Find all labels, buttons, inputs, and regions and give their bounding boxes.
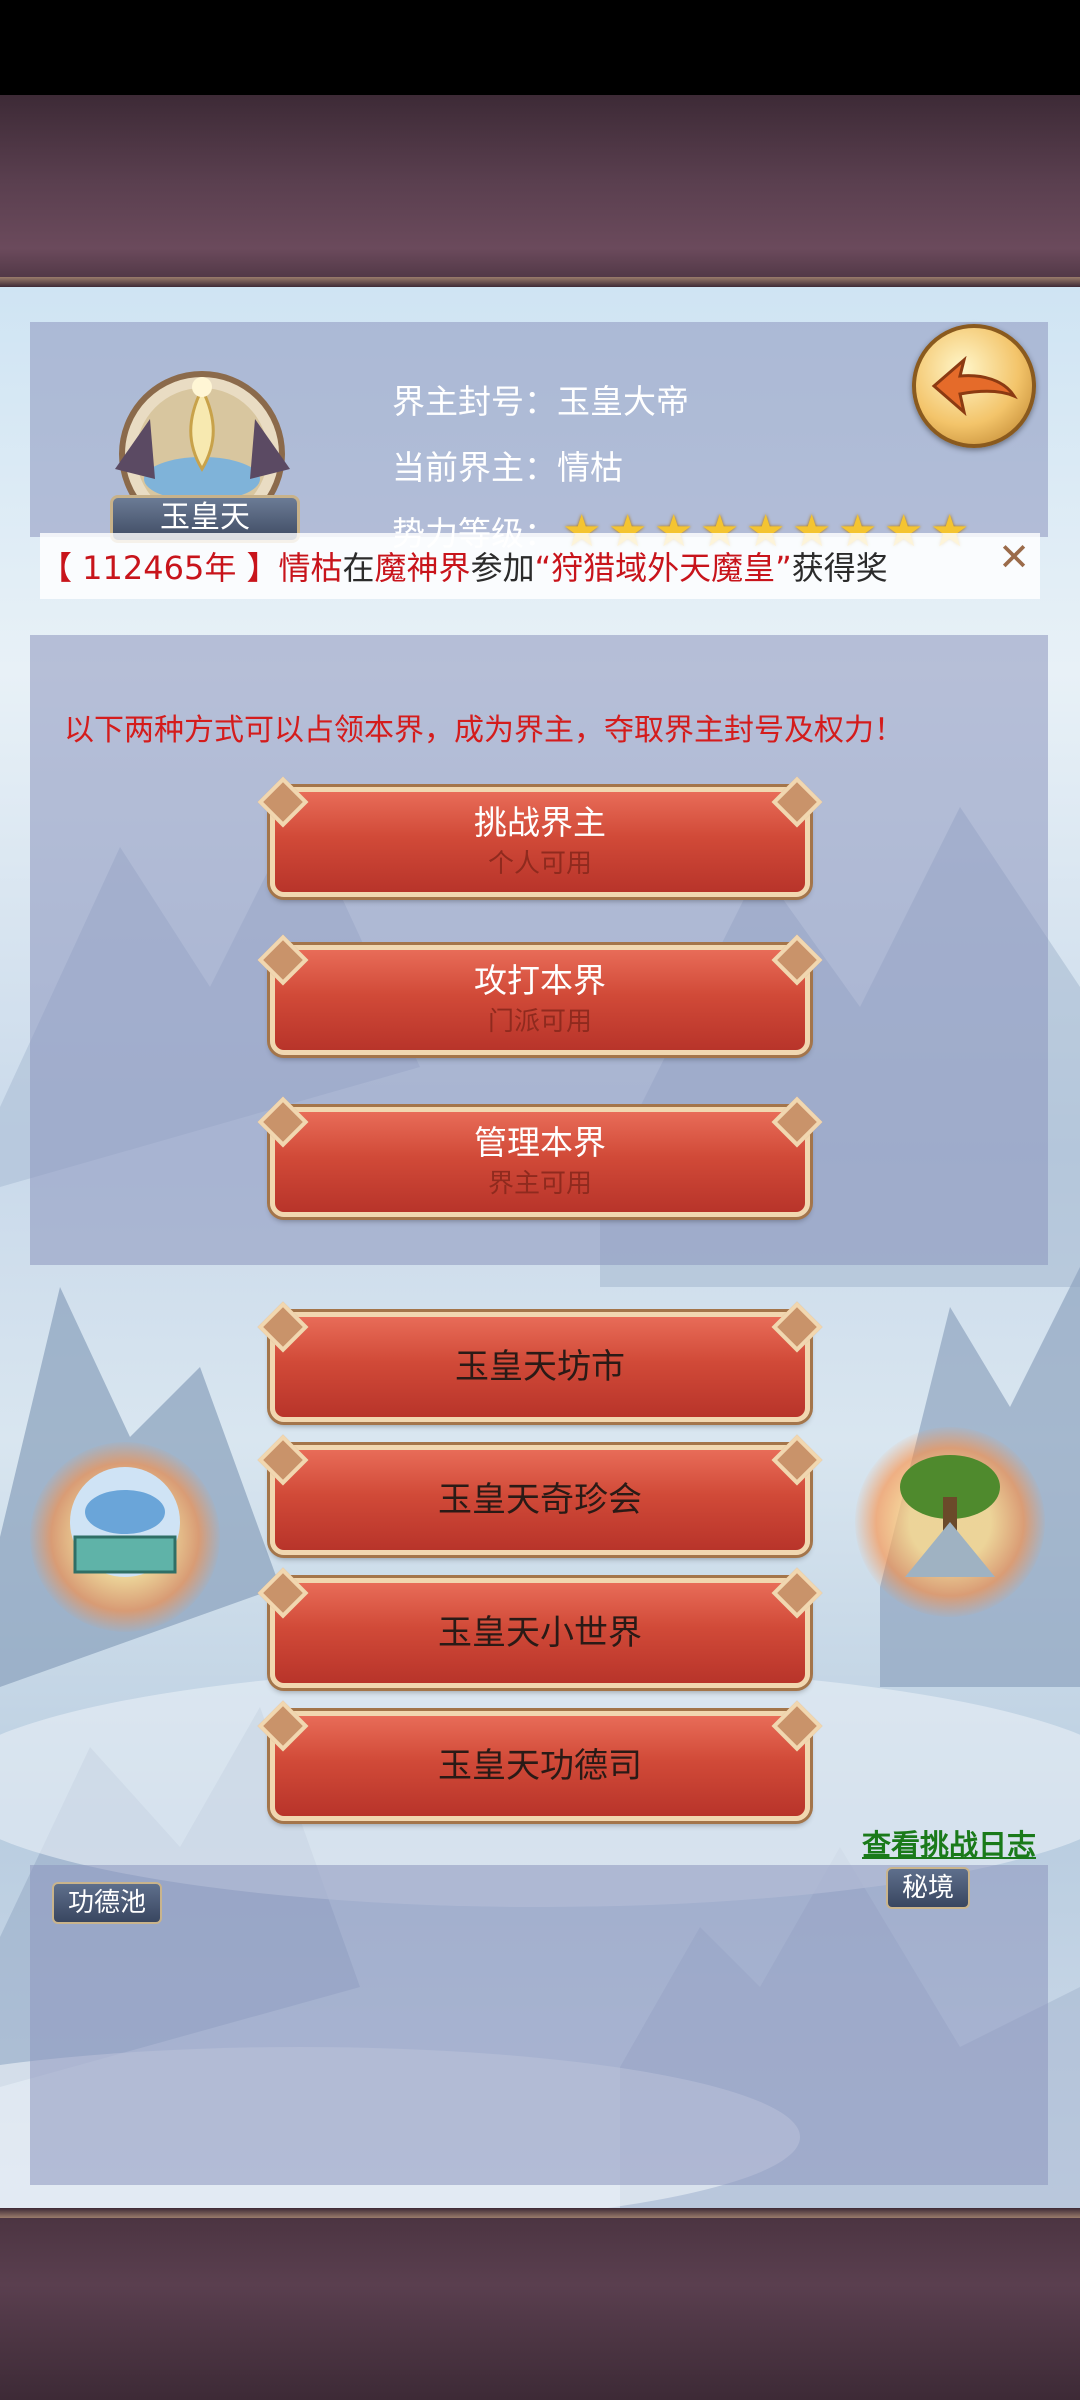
occupy-notice: 以下两种方式可以占领本界，成为界主，夺取界主封号及权力！	[64, 713, 904, 748]
marquee-event: “狩猎域外天魔皇”	[534, 549, 792, 587]
button-label: 管理本界	[474, 1123, 606, 1162]
treasure-auction-button[interactable]: 玉皇天奇珍会	[270, 1445, 810, 1555]
challenge-lord-button[interactable]: 挑战界主 个人可用	[270, 787, 810, 897]
attack-realm-button[interactable]: 攻打本界 门派可用	[270, 945, 810, 1055]
button-label: 玉皇天坊市	[455, 1347, 625, 1387]
button-sublabel: 界主可用	[487, 1169, 592, 1199]
back-arrow-icon	[931, 356, 1018, 416]
button-label: 玉皇天奇珍会	[438, 1480, 642, 1520]
marquee-player: 情枯	[278, 549, 343, 587]
challenge-log-link[interactable]: 查看挑战日志	[862, 1822, 1036, 1864]
secret-realm-button[interactable]	[855, 1427, 1045, 1617]
merit-pool-icon	[70, 1467, 180, 1577]
bottom-panel	[30, 1865, 1048, 2185]
game-scene: 玉皇天 界主封号：玉皇大帝 当前界主：情枯 势力等级： ★★★★★★★★★ 【 …	[0, 287, 1080, 2208]
small-world-button[interactable]: 玉皇天小世界	[270, 1578, 810, 1688]
broadcast-marquee: 【 112465年 】 情枯 在 魔神界 参加 “狩猎域外天魔皇” 获得奖 ✕	[40, 533, 1040, 599]
bottom-frame	[0, 2208, 1080, 2400]
button-label: 玉皇天小世界	[438, 1613, 642, 1653]
merit-office-button[interactable]: 玉皇天功德司	[270, 1711, 810, 1821]
back-button[interactable]	[912, 324, 1036, 448]
marquee-result: 获得奖	[791, 549, 888, 587]
secret-realm-icon	[900, 1455, 1000, 1577]
button-label: 挑战界主	[474, 803, 606, 842]
marquee-join: 参加	[470, 549, 535, 587]
button-sublabel: 个人可用	[487, 849, 592, 879]
market-button[interactable]: 玉皇天坊市	[270, 1312, 810, 1422]
marquee-in: 在	[342, 549, 375, 587]
manage-realm-button[interactable]: 管理本界 界主可用	[270, 1107, 810, 1217]
merit-pool-button[interactable]	[30, 1442, 220, 1632]
secret-realm-label: 秘境	[886, 1867, 971, 1909]
marquee-place: 魔神界	[374, 549, 471, 587]
button-label: 攻打本界	[474, 961, 606, 1000]
status-bar	[0, 0, 1080, 95]
merit-pool-label: 功德池	[52, 1882, 163, 1924]
current-lord-text: 当前界主：情枯	[392, 448, 623, 487]
marquee-year: 【 112465年 】	[40, 549, 279, 587]
button-sublabel: 门派可用	[487, 1007, 592, 1037]
lord-title-text: 界主封号：玉皇大帝	[392, 382, 689, 421]
close-x-icon[interactable]: ✕	[998, 535, 1030, 579]
button-label: 玉皇天功德司	[438, 1746, 642, 1786]
top-frame	[0, 95, 1080, 287]
